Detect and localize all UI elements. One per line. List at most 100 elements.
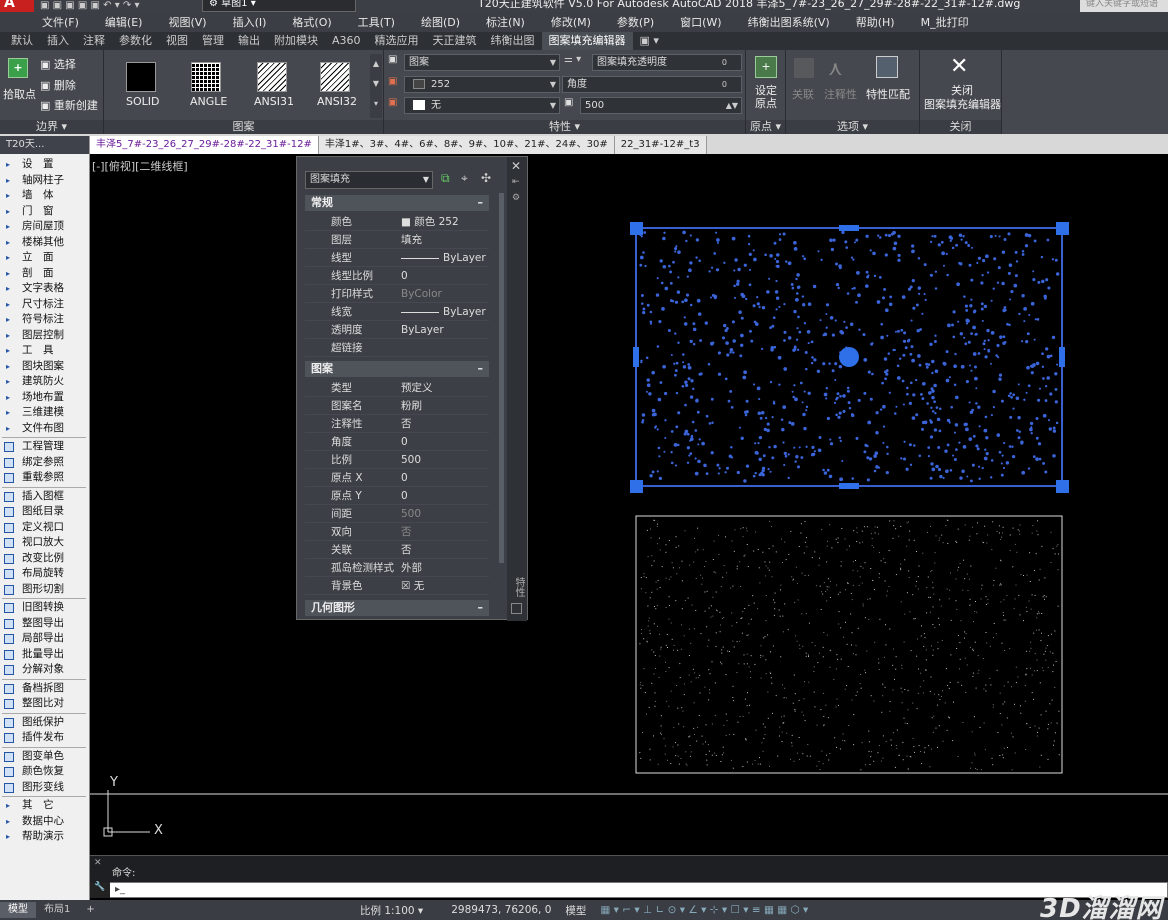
tool-item[interactable]: ▸ 尺寸标注 bbox=[0, 297, 89, 313]
tool-item[interactable]: ▸ 三维建模 bbox=[0, 405, 89, 421]
grip-center[interactable] bbox=[839, 347, 859, 367]
tool-item[interactable]: ▸ 剖 面 bbox=[0, 266, 89, 282]
property-row[interactable]: 颜色 ■ 颜色 252 bbox=[305, 213, 489, 231]
property-value-cell[interactable]: 预定义 bbox=[401, 379, 489, 397]
section-general[interactable]: 常规 – bbox=[305, 195, 489, 211]
close-hatch-editor-button[interactable]: 关闭 图案填充编辑器 bbox=[924, 84, 1001, 112]
grip-right-mid[interactable] bbox=[1059, 347, 1065, 367]
tab-output[interactable]: 输出 bbox=[231, 32, 267, 50]
property-value-cell[interactable]: ■ 颜色 252 bbox=[401, 213, 489, 231]
tab-featured-apps[interactable]: 精选应用 bbox=[368, 32, 426, 50]
autocad-logo[interactable]: A bbox=[0, 0, 34, 12]
select-objects-icon[interactable]: ⌖ bbox=[461, 171, 468, 186]
tool-item[interactable]: 工程管理 bbox=[0, 439, 89, 455]
tool-item[interactable]: 视口放大 bbox=[0, 535, 89, 551]
grip-top-right[interactable] bbox=[1056, 222, 1069, 235]
property-value-cell[interactable]: ByColor bbox=[401, 285, 489, 303]
associative-button[interactable]: 关联 bbox=[792, 86, 814, 102]
pattern-ansi32[interactable]: ANSI32 bbox=[317, 62, 357, 108]
tool-item[interactable]: ▸ 数据中心 bbox=[0, 814, 89, 830]
property-row[interactable]: 打印样式 ByColor bbox=[305, 285, 489, 303]
command-close-icon[interactable]: ✕ bbox=[94, 858, 102, 868]
tab-add-layout[interactable]: + bbox=[78, 902, 102, 918]
menu-view[interactable]: 视图(V) bbox=[168, 14, 206, 30]
property-value-cell[interactable]: 粉刷 bbox=[401, 397, 489, 415]
menu-batch-print[interactable]: M_批打印 bbox=[921, 14, 969, 30]
property-row[interactable]: 线型比例 0 bbox=[305, 267, 489, 285]
object-type-select[interactable]: 图案填充 ▼ bbox=[305, 171, 433, 189]
tool-item[interactable]: ▸ 场地布置 bbox=[0, 390, 89, 406]
property-row[interactable]: 透明度 ByLayer bbox=[305, 321, 489, 339]
grip-bottom-mid[interactable] bbox=[839, 483, 859, 489]
menu-tools[interactable]: 工具(T) bbox=[358, 14, 395, 30]
panel-properties-label[interactable]: 特性 ▾ bbox=[384, 120, 745, 134]
section-pattern[interactable]: 图案 – bbox=[305, 361, 489, 377]
grip-top-mid[interactable] bbox=[839, 225, 859, 231]
property-value-cell[interactable]: ByLayer bbox=[401, 321, 489, 339]
property-row[interactable]: 孤岛检测样式 外部 bbox=[305, 559, 489, 577]
property-row[interactable]: 图案名 粉刷 bbox=[305, 397, 489, 415]
tab-hatch-editor[interactable]: 图案填充编辑器 bbox=[541, 32, 633, 50]
scale-status[interactable]: 比例 1:100 ▾ bbox=[360, 903, 423, 918]
menu-help[interactable]: 帮助(H) bbox=[856, 14, 895, 30]
palette-dock-icon[interactable] bbox=[511, 603, 522, 614]
property-row[interactable]: 双向否 bbox=[305, 523, 489, 541]
tab-layout1[interactable]: 布局1 bbox=[36, 902, 78, 918]
tab-manage[interactable]: 管理 bbox=[195, 32, 231, 50]
tool-item[interactable]: 定义视口 bbox=[0, 520, 89, 536]
menu-file[interactable]: 文件(F) bbox=[42, 14, 79, 30]
tool-item[interactable]: ▸ 符号标注 bbox=[0, 312, 89, 328]
angle-field[interactable]: 角度 0 bbox=[562, 76, 742, 93]
tool-item[interactable]: 图变单色 bbox=[0, 749, 89, 765]
grip-bottom-left[interactable] bbox=[630, 480, 643, 493]
quick-select-icon[interactable]: ✣ bbox=[481, 171, 491, 185]
panel-origin-label[interactable]: 原点 ▾ bbox=[746, 120, 785, 134]
property-value-cell[interactable]: 500 bbox=[401, 451, 489, 469]
tool-item[interactable]: ▸ 图层控制 bbox=[0, 328, 89, 344]
tool-item[interactable]: ▸ 立 面 bbox=[0, 250, 89, 266]
grip-top-left[interactable] bbox=[630, 222, 643, 235]
match-properties-button[interactable]: 特性匹配 bbox=[866, 86, 910, 102]
search-input[interactable]: 键入关键字或短语 bbox=[1080, 0, 1168, 12]
property-value-cell[interactable]: 0 bbox=[401, 487, 489, 505]
hatch-fill[interactable] bbox=[639, 519, 1060, 771]
tab-tangent-arch[interactable]: 天正建筑 bbox=[426, 32, 484, 50]
tool-item[interactable]: 图纸目录 bbox=[0, 504, 89, 520]
tab-t20[interactable]: T20天... bbox=[0, 136, 90, 154]
tab-view[interactable]: 视图 bbox=[159, 32, 195, 50]
pattern-angle[interactable]: ANGLE bbox=[190, 62, 227, 108]
viewport-controls[interactable]: [-][俯视][二维线框] bbox=[92, 158, 188, 174]
property-value-cell[interactable]: 否 bbox=[401, 415, 489, 433]
tool-item[interactable]: 局部导出 bbox=[0, 631, 89, 647]
command-customize-icon[interactable]: 🔧 bbox=[90, 882, 110, 898]
menu-parametric[interactable]: 参数(P) bbox=[617, 14, 654, 30]
doc-tab-active[interactable]: 丰泽5_7#-23_26_27_29#-28#-22_31#-12# bbox=[90, 136, 319, 154]
property-value-cell[interactable]: 否 bbox=[401, 523, 489, 541]
tab-addins[interactable]: 附加模块 bbox=[267, 32, 325, 50]
menu-dimension[interactable]: 标注(N) bbox=[486, 14, 525, 30]
tab-model[interactable]: 模型 bbox=[0, 902, 36, 918]
pick-points-button[interactable]: 拾取点 bbox=[3, 86, 36, 102]
property-row[interactable]: 注释性否 bbox=[305, 415, 489, 433]
tab-insert[interactable]: 插入 bbox=[40, 32, 76, 50]
property-row[interactable]: 原点 Y0 bbox=[305, 487, 489, 505]
annotative-button[interactable]: 注释性 bbox=[824, 86, 857, 102]
tool-item[interactable]: 批量导出 bbox=[0, 647, 89, 663]
property-value-cell[interactable]: ☒ 无 bbox=[401, 577, 489, 595]
transparency-field[interactable]: 图案填充透明度 0 bbox=[592, 54, 742, 71]
hatch-boundary[interactable] bbox=[635, 515, 1063, 774]
tool-item[interactable]: 重载参照 bbox=[0, 470, 89, 486]
menu-format[interactable]: 格式(O) bbox=[292, 14, 331, 30]
tool-item[interactable]: ▸ 门 窗 bbox=[0, 204, 89, 220]
tool-item[interactable]: 图形变线 bbox=[0, 780, 89, 796]
property-row[interactable]: 图层 填充 bbox=[305, 231, 489, 249]
tab-weiheng-print[interactable]: 纬衡出图 bbox=[484, 32, 542, 50]
property-value-cell[interactable]: 填充 bbox=[401, 231, 489, 249]
pattern-solid[interactable]: SOLID bbox=[126, 62, 159, 108]
tool-item[interactable]: 图纸保护 bbox=[0, 715, 89, 731]
menu-insert[interactable]: 插入(I) bbox=[233, 14, 267, 30]
hatch-type-select[interactable]: 图案 ▼ bbox=[404, 54, 560, 71]
property-row[interactable]: 线型 ByLayer bbox=[305, 249, 489, 267]
tool-item[interactable]: 分解对象 bbox=[0, 662, 89, 678]
palette-scrollbar[interactable] bbox=[499, 193, 504, 563]
